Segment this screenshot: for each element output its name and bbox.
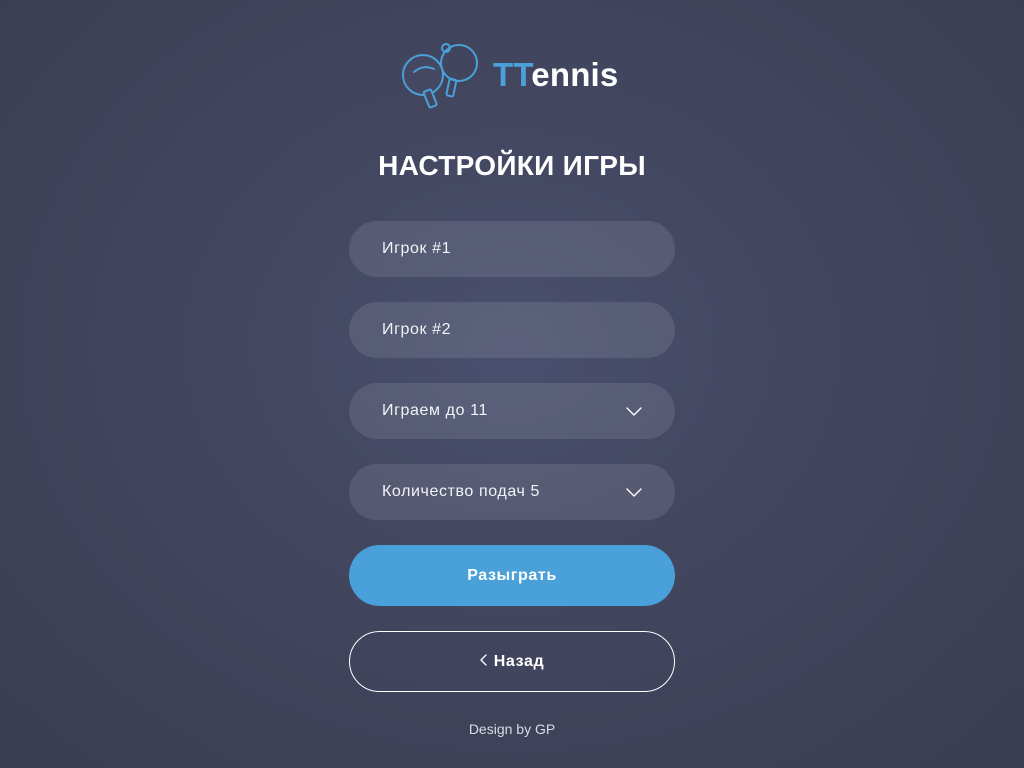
serves-select-value: Количество подач 5: [382, 483, 540, 500]
ping-pong-paddles-icon: [401, 42, 481, 110]
page-title: НАСТРОЙКИ ИГРЫ: [378, 150, 646, 181]
chevron-left-icon: [480, 653, 494, 671]
chevron-down-icon: [626, 485, 642, 503]
back-label: Назад: [493, 652, 545, 670]
app-name: TTennis: [493, 58, 618, 91]
app-name-rest: ennis: [531, 55, 619, 93]
player1-input[interactable]: [382, 240, 642, 258]
start-game-button[interactable]: Разыграть: [349, 545, 675, 606]
app-logo: TTennis: [401, 42, 618, 110]
points-select-value: Играем до 11: [382, 402, 488, 419]
chevron-down-icon: [626, 404, 642, 422]
app-name-accent: TT: [493, 55, 532, 93]
footer-credit: Design by GP: [468, 721, 556, 737]
start-game-label: Разыграть: [467, 566, 557, 584]
player2-input[interactable]: [382, 321, 642, 339]
points-select[interactable]: Играем до 11: [349, 383, 675, 439]
serves-select[interactable]: Количество подач 5: [349, 464, 675, 520]
back-button[interactable]: Назад: [349, 631, 675, 692]
player1-field[interactable]: [349, 221, 675, 277]
player2-field[interactable]: [349, 302, 675, 358]
